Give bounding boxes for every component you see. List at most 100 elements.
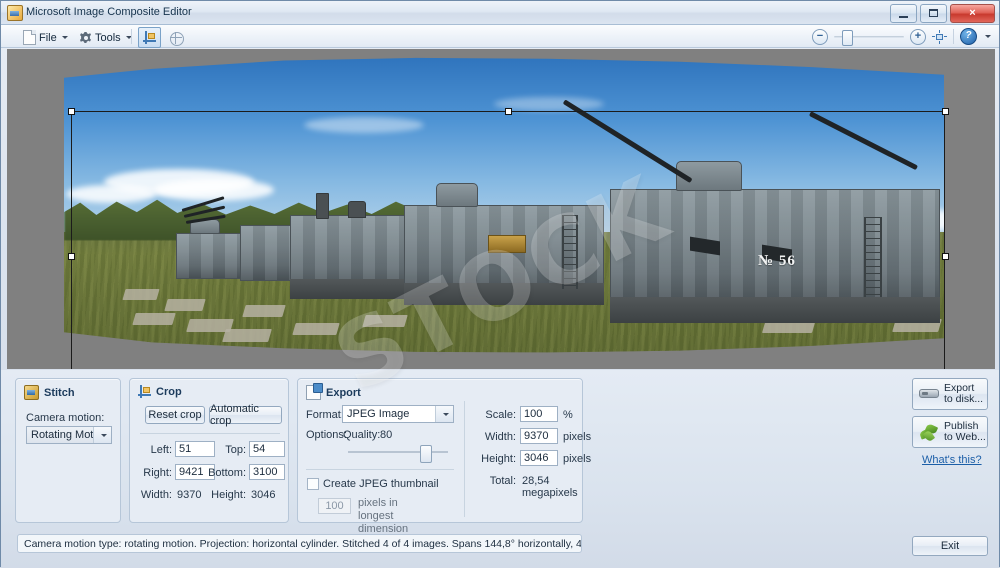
crop-tool-button[interactable]: [138, 27, 161, 48]
total-label: Total:: [489, 475, 516, 487]
zoom-out-button[interactable]: −: [812, 28, 828, 45]
close-button[interactable]: ×: [950, 4, 995, 23]
zoom-slider-thumb[interactable]: [842, 29, 853, 46]
quality-label: Quality:: [343, 429, 381, 441]
crop-handle-top-left[interactable]: [68, 108, 75, 115]
panorama-image: № 56: [64, 57, 944, 353]
minimize-button[interactable]: [890, 4, 917, 23]
fit-to-window-button[interactable]: [932, 29, 947, 44]
stitch-panel-title: Stitch: [24, 385, 75, 400]
crop-icon: [143, 31, 156, 44]
tools-menu-label: Tools: [95, 31, 121, 44]
export-height-label: Height:: [481, 453, 516, 465]
export-panel-title: Export: [306, 383, 361, 400]
quality-slider-thumb[interactable]: [420, 445, 432, 463]
export-panel: Export Format: JPEG Image Options: Quali…: [297, 378, 591, 535]
file-menu-label: File: [39, 31, 57, 44]
document-icon: [23, 30, 36, 45]
crop-top-input[interactable]: [249, 441, 285, 457]
app-icon: [7, 5, 23, 21]
export-width-input[interactable]: [520, 428, 558, 444]
create-jpeg-thumbnail-label: Create JPEG thumbnail: [323, 478, 439, 490]
exit-button[interactable]: Exit: [912, 536, 988, 556]
toolbar-separator: [131, 29, 132, 44]
publish-to-web-line2: to Web...: [944, 431, 986, 443]
crop-panel: Crop Reset crop Automatic crop Left: Top…: [129, 378, 289, 523]
reset-crop-button[interactable]: Reset crop: [145, 406, 205, 424]
disk-icon: [919, 386, 939, 402]
leaf-icon: [918, 422, 939, 442]
crop-handle-top-right[interactable]: [942, 108, 949, 115]
quality-value: 80: [380, 429, 393, 441]
export-width-label: Width:: [484, 431, 516, 443]
quality-slider-track: [348, 451, 448, 453]
export-height-input[interactable]: [520, 450, 558, 466]
automatic-crop-button[interactable]: Automatic crop: [209, 403, 282, 427]
window-controls: ×: [890, 4, 995, 23]
car-number-label: № 56: [758, 253, 796, 269]
crop-width-label: Width:: [140, 489, 172, 501]
maximize-button[interactable]: [920, 4, 947, 23]
tools-menu-button[interactable]: Tools: [73, 27, 138, 48]
stitch-icon: [24, 385, 39, 400]
publish-to-web-label: Publish to Web...: [944, 421, 986, 443]
window-title: Microsoft Image Composite Editor: [26, 6, 192, 18]
zoom-slider[interactable]: [834, 29, 904, 46]
crop-panel-title: Crop: [138, 385, 182, 398]
chevron-down-icon[interactable]: [93, 427, 111, 443]
application-window: Microsoft Image Composite Editor × File …: [0, 0, 1000, 568]
image-canvas[interactable]: № 56: [7, 49, 995, 369]
publish-to-web-button[interactable]: Publish to Web...: [912, 416, 988, 448]
format-label: Format:: [306, 409, 344, 421]
thumbnail-size-input[interactable]: [318, 498, 351, 514]
export-to-disk-label: Export to disk...: [944, 383, 983, 405]
chevron-down-icon: [61, 36, 68, 39]
gear-icon: [79, 31, 92, 44]
stitch-panel: Stitch Camera motion: Rotating Motion: [15, 378, 121, 523]
help-chevron-down-icon[interactable]: [985, 35, 991, 38]
crop-width-value: 9370: [177, 489, 202, 501]
crop-title-text: Crop: [156, 385, 182, 398]
export-icon: [306, 383, 323, 400]
file-menu-button[interactable]: File: [17, 27, 74, 48]
toolbar: File Tools − + ?: [1, 25, 999, 48]
orientation-icon: [169, 31, 184, 46]
scale-input[interactable]: [520, 406, 558, 422]
create-jpeg-thumbnail-checkbox[interactable]: [307, 478, 319, 490]
format-select[interactable]: JPEG Image: [342, 405, 454, 423]
thumbnail-size-unit: pixels in longest dimension: [358, 497, 409, 535]
scale-label: Scale:: [485, 409, 516, 421]
status-bar: Camera motion type: rotating motion. Pro…: [17, 534, 582, 553]
camera-motion-label: Camera motion:: [26, 412, 105, 424]
export-title-text: Export: [326, 386, 361, 399]
close-icon: ×: [969, 7, 976, 19]
chevron-down-icon[interactable]: [435, 406, 453, 422]
orientation-tool-button[interactable]: [164, 27, 187, 48]
zoom-in-button[interactable]: +: [910, 28, 926, 45]
format-value: JPEG Image: [347, 408, 410, 420]
export-height-unit: pixels: [563, 453, 592, 465]
export-divider: [306, 469, 454, 470]
help-icon[interactable]: ?: [960, 28, 977, 45]
crop-top-label: Top:: [225, 444, 246, 456]
crop-handle-top-center[interactable]: [505, 108, 512, 115]
crop-left-input[interactable]: [175, 441, 215, 457]
crop-handle-middle-left[interactable]: [68, 253, 75, 260]
zoom-in-icon: +: [914, 29, 922, 42]
export-to-disk-line2: to disk...: [944, 393, 984, 405]
zoom-controls: − + ?: [812, 27, 991, 46]
toolbar-separator-2: [953, 29, 954, 44]
total-value: 28,54 megapixels: [522, 475, 578, 499]
stitch-title-text: Stitch: [44, 386, 75, 399]
scale-unit: %: [563, 409, 573, 421]
zoom-out-icon: −: [816, 29, 824, 42]
crop-divider: [140, 433, 280, 434]
export-to-disk-button[interactable]: Export to disk...: [912, 378, 988, 410]
whats-this-link[interactable]: What's this?: [922, 454, 982, 466]
crop-bottom-input[interactable]: [249, 464, 285, 480]
camera-motion-select[interactable]: Rotating Motion: [26, 426, 112, 444]
quality-slider[interactable]: [348, 445, 448, 463]
title-bar: Microsoft Image Composite Editor ×: [1, 1, 999, 25]
crop-handle-middle-right[interactable]: [942, 253, 949, 260]
crop-bottom-label: Bottom:: [208, 467, 246, 479]
